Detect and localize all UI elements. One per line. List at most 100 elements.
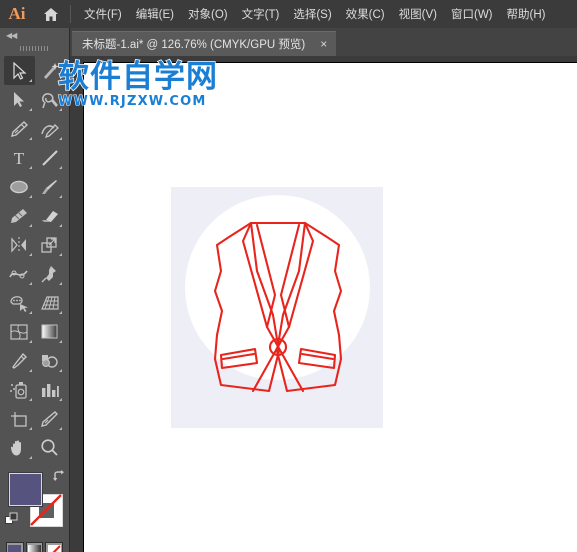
hand-icon: [11, 440, 22, 456]
tool-flyout-indicator: [59, 224, 62, 227]
menu-item-help[interactable]: 帮助(H): [500, 2, 553, 26]
home-icon[interactable]: [34, 0, 68, 28]
close-icon[interactable]: ×: [317, 38, 330, 50]
menu-item-effect[interactable]: 效果(C): [339, 2, 392, 26]
panel-drag-handle[interactable]: [0, 42, 69, 54]
tool-artboard[interactable]: [4, 404, 35, 433]
eraser-icon: [41, 210, 58, 222]
tool-mesh[interactable]: [4, 317, 35, 346]
curvature-pen-icon: [41, 123, 59, 138]
eyedropper-icon: [12, 352, 28, 369]
menu-item-edit[interactable]: 编辑(E): [129, 2, 181, 26]
gradient-mode-swatch: [28, 545, 41, 552]
direct-selection-arrow-icon: [14, 92, 25, 107]
line-segment-icon: [42, 149, 58, 166]
tool-flyout-indicator: [28, 340, 32, 343]
tool-lasso[interactable]: [35, 85, 66, 114]
tool-line-segment[interactable]: [35, 143, 66, 172]
tool-flyout-indicator: [59, 369, 62, 372]
pencil-icon: [11, 208, 28, 223]
ellipse-icon: [10, 180, 29, 193]
column-graph-icon: [41, 384, 59, 397]
tool-flyout-indicator: [28, 108, 32, 111]
tool-ellipse[interactable]: [4, 172, 35, 201]
menu-item-type[interactable]: 文字(T): [235, 2, 287, 26]
tool-flyout-indicator: [59, 398, 62, 401]
tool-grid: T: [0, 54, 69, 462]
artboard[interactable]: [83, 62, 577, 552]
blend-icon: [42, 355, 58, 368]
gradient-mode-button[interactable]: [25, 542, 44, 552]
none-mode-button[interactable]: [45, 542, 64, 552]
tool-free-transform[interactable]: [35, 259, 66, 288]
document-tab-bar: 未标题-1.ai* @ 126.76% (CMYK/GPU 预览) ×: [0, 28, 577, 56]
default-fill-stroke-icon[interactable]: [5, 512, 19, 526]
menu-item-file[interactable]: 文件(F): [77, 2, 129, 26]
tool-direct-selection[interactable]: [4, 85, 35, 114]
tool-paintbrush[interactable]: [35, 172, 66, 201]
menu-divider: [70, 5, 71, 23]
tool-flyout-indicator: [28, 398, 32, 401]
tool-curvature[interactable]: [35, 114, 66, 143]
tool-column-graph[interactable]: [35, 375, 66, 404]
collapse-panel-icon[interactable]: ◀◀: [0, 28, 69, 42]
tool-flyout-indicator: [28, 195, 32, 198]
tool-flyout-indicator: [28, 427, 32, 430]
canvas-area[interactable]: [70, 56, 577, 552]
tool-shaper-pencil[interactable]: [4, 201, 35, 230]
vest-illustration[interactable]: [207, 219, 349, 401]
tool-flyout-indicator: [59, 166, 62, 169]
reflect-icon: [11, 236, 27, 253]
slice-knife-icon: [41, 410, 59, 427]
tool-blend[interactable]: [35, 346, 66, 375]
artboard-icon: [11, 411, 27, 427]
artwork-background-rect[interactable]: [171, 187, 383, 428]
tool-flyout-indicator: [59, 108, 62, 111]
tool-selection[interactable]: [4, 56, 35, 85]
type-tool-icon: T: [14, 149, 25, 166]
swap-fill-stroke-icon[interactable]: [52, 469, 66, 483]
tool-pen[interactable]: [4, 114, 35, 143]
menu-item-view[interactable]: 视图(V): [392, 2, 444, 26]
document-tab[interactable]: 未标题-1.ai* @ 126.76% (CMYK/GPU 预览) ×: [72, 31, 337, 56]
tool-flyout-indicator: [59, 282, 62, 285]
tool-shape-builder[interactable]: [4, 288, 35, 317]
menu-bar: Ai 文件(F) 编辑(E) 对象(O) 文字(T) 选择(S) 效果(C) 视…: [0, 0, 577, 28]
tool-zoom[interactable]: [35, 433, 66, 462]
tool-slice[interactable]: [35, 404, 66, 433]
tool-flyout-indicator: [28, 224, 32, 227]
tool-scale-shear[interactable]: [35, 230, 66, 259]
tool-eraser[interactable]: [35, 201, 66, 230]
tool-rotate-reflect[interactable]: [4, 230, 35, 259]
tool-width-warp[interactable]: [4, 259, 35, 288]
tool-magic-wand[interactable]: [35, 56, 66, 85]
app-logo: Ai: [8, 4, 26, 23]
pen-nib-icon: [11, 120, 29, 137]
color-mode-button[interactable]: [6, 542, 24, 552]
tool-eyedropper[interactable]: [4, 346, 35, 375]
fill-mode-row: [0, 540, 69, 552]
none-mode-swatch: [47, 545, 61, 552]
tool-flyout-indicator: [28, 456, 32, 459]
tool-flyout-indicator: [59, 137, 62, 140]
illustrator-window: Ai 文件(F) 编辑(E) 对象(O) 文字(T) 选择(S) 效果(C) 视…: [0, 0, 577, 552]
fill-swatch[interactable]: [9, 473, 42, 506]
selection-arrow-icon: [13, 61, 27, 80]
tool-flyout-indicator: [59, 79, 62, 82]
tool-flyout-indicator: [28, 282, 32, 285]
mesh-icon: [10, 323, 28, 340]
tool-type[interactable]: T: [4, 143, 35, 172]
tool-perspective-grid[interactable]: [35, 288, 66, 317]
tool-flyout-indicator: [28, 166, 32, 169]
menu-item-object[interactable]: 对象(O): [181, 2, 235, 26]
tool-gradient[interactable]: [35, 317, 66, 346]
menu-item-window[interactable]: 窗口(W): [444, 2, 500, 26]
menu-item-select[interactable]: 选择(S): [286, 2, 338, 26]
tool-symbol-sprayer[interactable]: [4, 375, 35, 404]
tool-flyout-indicator: [59, 195, 62, 198]
tool-hand[interactable]: [4, 433, 35, 462]
tool-flyout-indicator: [59, 340, 62, 343]
perspective-grid-icon: [40, 295, 59, 310]
menu-item-list: 文件(F) 编辑(E) 对象(O) 文字(T) 选择(S) 效果(C) 视图(V…: [77, 2, 552, 26]
symbol-sprayer-icon: [10, 382, 27, 399]
